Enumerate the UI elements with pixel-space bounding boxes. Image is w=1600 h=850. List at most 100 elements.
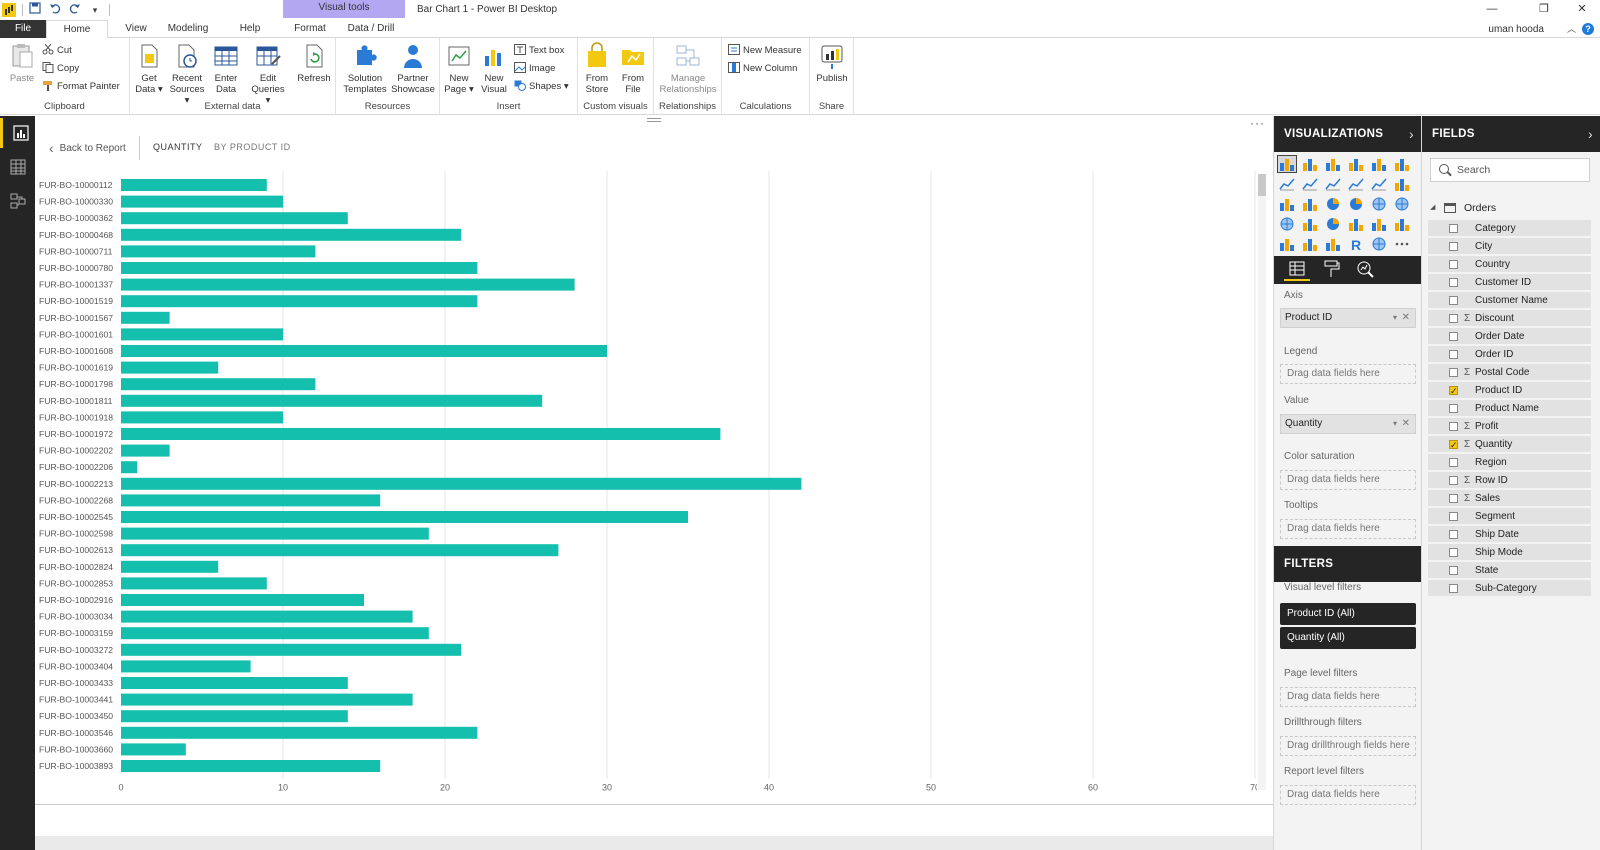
bar[interactable] [121, 195, 283, 208]
tab-format[interactable]: Format [288, 20, 332, 38]
arcgis-map-icon[interactable] [1370, 236, 1388, 252]
page-filters-drop-zone[interactable]: Drag data fields here [1280, 687, 1416, 707]
partner-showcase-button[interactable]: Partner Showcase [390, 42, 436, 95]
bar[interactable] [121, 760, 381, 772]
r-script-visual-icon[interactable]: R [1347, 236, 1365, 253]
field-checkbox[interactable] [1449, 548, 1458, 557]
field-checkbox[interactable] [1449, 566, 1458, 575]
bar[interactable] [121, 245, 316, 258]
shapes-button[interactable]: Shapes ▾ [514, 79, 569, 95]
undo-icon[interactable] [47, 2, 63, 18]
field-checkbox[interactable] [1449, 224, 1458, 233]
bar[interactable] [121, 411, 283, 424]
fields-tab[interactable] [1284, 259, 1310, 281]
format-painter-button[interactable]: Format Painter [42, 79, 120, 95]
field-item[interactable]: Customer ID [1428, 274, 1591, 291]
100-stacked-bar-chart-icon[interactable] [1370, 156, 1388, 172]
drillthrough-drop-zone[interactable]: Drag drillthrough fields here [1280, 736, 1416, 756]
tab-view[interactable]: View [118, 20, 154, 38]
field-checkbox[interactable] [1449, 584, 1458, 593]
new-visual-button[interactable]: New Visual [478, 42, 510, 95]
text-box-button[interactable]: Text box [514, 43, 564, 59]
field-item[interactable]: Region [1428, 454, 1591, 471]
bar[interactable] [121, 577, 267, 590]
field-item[interactable]: Category [1428, 220, 1591, 237]
field-item[interactable]: City [1428, 238, 1591, 255]
format-tab[interactable] [1318, 259, 1344, 281]
field-item[interactable]: Product Name [1428, 400, 1591, 417]
tab-file[interactable]: File [0, 20, 46, 38]
tab-help[interactable]: Help [232, 20, 268, 38]
minimize-button[interactable]: — [1472, 0, 1512, 18]
bar[interactable] [121, 461, 138, 474]
field-checkbox[interactable] [1449, 368, 1458, 377]
signed-in-user[interactable]: uman hooda [1488, 24, 1544, 35]
value-field[interactable]: Quantity ▾ ✕ [1280, 414, 1416, 434]
bar[interactable] [121, 278, 575, 291]
publish-button[interactable]: Publish [812, 42, 852, 84]
bar[interactable] [121, 179, 267, 191]
collapse-ribbon-icon[interactable]: ︿ [1567, 22, 1576, 35]
field-item[interactable]: Customer Name [1428, 292, 1591, 309]
stacked-bar-chart-icon[interactable] [1277, 155, 1297, 173]
color-saturation-drop-zone[interactable]: Drag data fields here [1280, 470, 1416, 490]
refresh-button[interactable]: Refresh [296, 42, 332, 84]
slicer-icon[interactable] [1278, 236, 1296, 252]
tab-data-drill[interactable]: Data / Drill [342, 20, 400, 38]
line-chart-icon[interactable] [1278, 176, 1296, 192]
save-icon[interactable] [27, 2, 43, 18]
field-checkbox[interactable] [1449, 260, 1458, 269]
field-item[interactable]: Order Date [1428, 328, 1591, 345]
field-item[interactable]: Σ Postal Code [1428, 364, 1591, 381]
ribbon-chart-icon[interactable] [1393, 176, 1411, 192]
field-checkbox[interactable] [1449, 383, 1458, 400]
bar[interactable] [121, 726, 478, 739]
close-button[interactable]: ✕ [1562, 0, 1600, 18]
new-column-button[interactable]: New Column [728, 61, 797, 77]
tooltips-drop-zone[interactable]: Drag data fields here [1280, 519, 1416, 539]
remove-field-icon[interactable]: ✕ [1402, 309, 1410, 327]
paste-button[interactable]: Paste [6, 42, 38, 84]
bar[interactable] [121, 361, 219, 374]
bar[interactable] [121, 511, 688, 523]
multi-row-card-icon[interactable] [1370, 216, 1388, 232]
fields-search-input[interactable]: Search [1430, 158, 1590, 182]
relationships-view-button[interactable] [0, 186, 35, 216]
field-item[interactable]: Product ID [1428, 382, 1591, 400]
field-item[interactable]: Σ Discount [1428, 310, 1591, 327]
bar[interactable] [121, 710, 348, 723]
field-checkbox[interactable] [1449, 404, 1458, 413]
scatter-chart-icon[interactable] [1301, 196, 1319, 212]
bar[interactable] [121, 660, 251, 673]
donut-chart-icon[interactable] [1347, 196, 1365, 212]
restore-button[interactable]: ❐ [1524, 0, 1564, 18]
100-stacked-column-chart-icon[interactable] [1393, 156, 1411, 172]
bar[interactable] [121, 560, 219, 573]
map-icon[interactable] [1393, 196, 1411, 212]
data-view-button[interactable] [0, 152, 35, 182]
stacked-area-chart-icon[interactable] [1324, 176, 1342, 192]
field-checkbox[interactable] [1449, 458, 1458, 467]
bar[interactable] [121, 610, 413, 623]
field-checkbox[interactable] [1449, 278, 1458, 287]
redo-icon[interactable] [67, 2, 83, 18]
bar[interactable] [121, 295, 478, 308]
bar[interactable] [121, 394, 543, 407]
table-icon[interactable] [1301, 236, 1319, 252]
field-item[interactable]: Order ID [1428, 346, 1591, 363]
field-checkbox[interactable] [1449, 437, 1458, 454]
chart-scrollbar[interactable] [1258, 174, 1266, 790]
field-item[interactable]: Σ Sales [1428, 490, 1591, 507]
bar[interactable] [121, 693, 413, 706]
field-checkbox[interactable] [1449, 296, 1458, 305]
field-item[interactable]: State [1428, 562, 1591, 579]
field-checkbox[interactable] [1449, 476, 1458, 485]
area-chart-icon[interactable] [1301, 176, 1319, 192]
line-column-chart-icon[interactable] [1347, 176, 1365, 192]
chevron-down-icon[interactable]: ▾ [1393, 415, 1397, 433]
bar[interactable] [121, 527, 429, 540]
more-options-icon[interactable]: ··· [1250, 116, 1265, 130]
field-checkbox[interactable] [1449, 332, 1458, 341]
cut-button[interactable]: Cut [42, 43, 72, 59]
clustered-column-chart-icon[interactable] [1347, 156, 1365, 172]
